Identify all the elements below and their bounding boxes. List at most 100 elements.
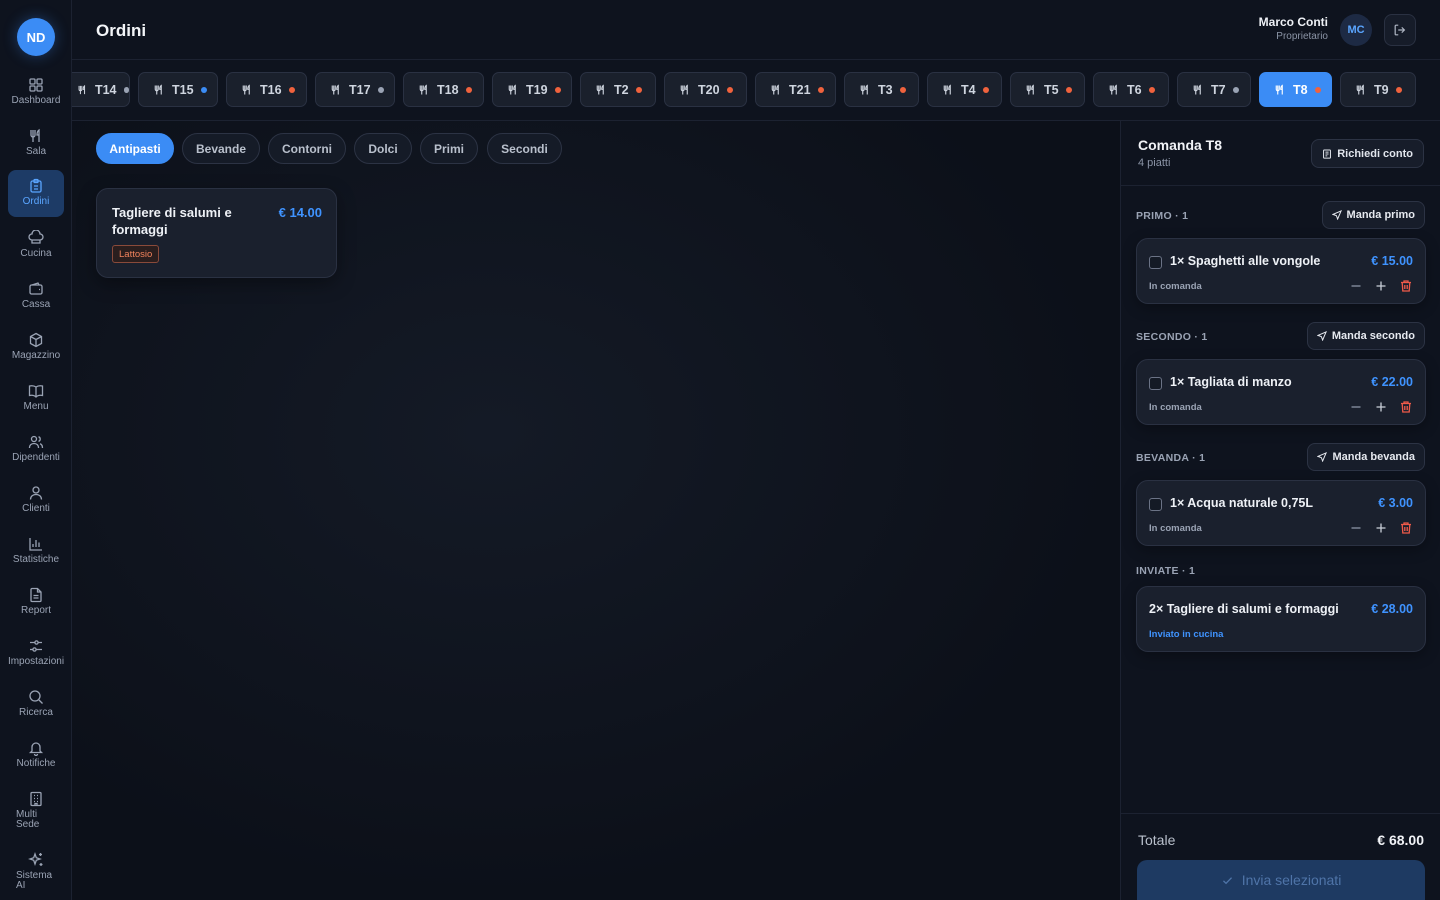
table-chip-t18[interactable]: T18 xyxy=(403,72,484,107)
table-label: T17 xyxy=(349,82,371,97)
table-chip-t2[interactable]: T2 xyxy=(580,72,656,107)
table-chip-t3[interactable]: T3 xyxy=(844,72,919,107)
table-chip-t8[interactable]: T8 xyxy=(1259,72,1332,107)
table-chip-t9[interactable]: T9 xyxy=(1340,72,1416,107)
item-checkbox[interactable] xyxy=(1149,498,1162,511)
table-label: T2 xyxy=(614,82,629,97)
sidebar-item-clienti[interactable]: Clienti xyxy=(8,480,64,526)
plus-icon[interactable] xyxy=(1374,521,1388,535)
utensils-icon xyxy=(419,83,427,94)
utensils-icon xyxy=(1026,83,1034,94)
trash-icon[interactable] xyxy=(1399,400,1413,414)
allergen-badge: Lattosio xyxy=(112,245,160,263)
sparkles-icon xyxy=(28,852,43,866)
building-icon xyxy=(30,791,42,807)
sidebar-item-magazzino[interactable]: Magazzino xyxy=(8,327,64,373)
book-icon xyxy=(28,385,44,398)
send-bevanda-button[interactable]: Manda bevanda xyxy=(1307,443,1425,471)
send-secondo-button[interactable]: Manda secondo xyxy=(1306,322,1425,350)
total-label: Totale xyxy=(1138,832,1176,848)
user-role: Proprietario xyxy=(1276,31,1328,42)
user-icon xyxy=(29,486,43,500)
sidebar-item-menu[interactable]: Menu xyxy=(8,378,64,424)
sidebar-item-report[interactable]: Report xyxy=(8,582,64,628)
sidebar-item-multi-sede[interactable]: Multi Sede xyxy=(8,786,64,832)
minus-icon[interactable] xyxy=(1349,279,1363,293)
utensils-icon xyxy=(860,83,868,94)
sidebar-item-dipendenti[interactable]: Dipendenti xyxy=(8,429,64,475)
check-icon xyxy=(1222,876,1232,884)
table-label: T14 xyxy=(94,82,117,97)
item-checkbox[interactable] xyxy=(1149,377,1162,390)
utensils-icon xyxy=(943,83,951,94)
sidebar-item-notifiche[interactable]: Notifiche xyxy=(8,735,64,781)
table-chip-t20[interactable]: T20 xyxy=(664,72,747,107)
sidebar-item-ordini[interactable]: Ordini xyxy=(8,170,64,217)
item-price: € 28.00 xyxy=(1371,602,1413,616)
table-chip-t16[interactable]: T16 xyxy=(226,72,307,107)
request-bill-button[interactable]: Richiedi conto xyxy=(1311,139,1424,168)
table-chip-t19[interactable]: T19 xyxy=(492,72,572,107)
trash-icon[interactable] xyxy=(1399,279,1413,293)
table-chip-t6[interactable]: T6 xyxy=(1093,72,1169,107)
category-secondi[interactable]: Secondi xyxy=(487,133,562,164)
category-contorni[interactable]: Contorni xyxy=(268,133,346,164)
send-selected-button[interactable]: Invia selezionati xyxy=(1137,860,1425,900)
table-label: T21 xyxy=(789,82,811,97)
app-logo[interactable]: ND xyxy=(17,18,55,56)
table-chip-t17[interactable]: T17 xyxy=(315,72,395,107)
product-card[interactable]: Tagliere di salumi e formaggi € 14.00 La… xyxy=(96,188,337,278)
table-status-dot xyxy=(726,86,733,93)
table-chip-t21[interactable]: T21 xyxy=(755,72,836,107)
sent-item-card: 2× Tagliere di salumi e formaggi € 28.00… xyxy=(1136,586,1426,652)
table-chip-t5[interactable]: T5 xyxy=(1010,72,1085,107)
trash-icon[interactable] xyxy=(1399,521,1413,535)
minus-icon[interactable] xyxy=(1349,521,1363,535)
order-item-card: 1× Tagliata di manzo € 22.00 In comanda xyxy=(1136,359,1426,425)
table-status-dot xyxy=(635,86,642,93)
file-text-icon xyxy=(30,587,42,603)
category-primi[interactable]: Primi xyxy=(420,133,478,164)
sidebar-item-cassa[interactable]: Cassa xyxy=(8,276,64,322)
section-label-bevanda: BEVANDA · 1 xyxy=(1136,452,1206,464)
order-item-card: 1× Acqua naturale 0,75L € 3.00 In comand… xyxy=(1136,480,1426,546)
table-label: T20 xyxy=(698,82,720,97)
table-label: T16 xyxy=(260,82,282,97)
sidebar-item-label: Ordini xyxy=(22,196,50,207)
utensils-icon xyxy=(1193,83,1201,94)
sidebar-item-sistema-ai[interactable]: Sistema AI xyxy=(8,847,64,893)
sidebar-item-statistiche[interactable]: Statistiche xyxy=(8,531,64,577)
utensils-icon xyxy=(771,83,779,94)
sidebar-item-impostazioni[interactable]: Impostazioni xyxy=(8,633,64,679)
table-chip-t15[interactable]: T15 xyxy=(138,72,218,107)
logout-button[interactable] xyxy=(1384,14,1416,46)
avatar[interactable]: MC xyxy=(1340,14,1372,46)
item-checkbox[interactable] xyxy=(1149,256,1162,269)
category-bevande[interactable]: Bevande xyxy=(182,133,260,164)
table-label: T18 xyxy=(437,82,459,97)
table-chip-t4[interactable]: T4 xyxy=(927,72,1002,107)
sidebar-item-label: Dipendenti xyxy=(12,452,60,463)
plus-icon[interactable] xyxy=(1374,279,1388,293)
send-primo-button[interactable]: Manda primo xyxy=(1321,201,1425,229)
table-chip-t14[interactable]: T14 xyxy=(72,72,130,107)
minus-icon[interactable] xyxy=(1349,400,1363,414)
order-item-count: 4 piatti xyxy=(1138,157,1171,169)
sidebar-item-dashboard[interactable]: Dashboard xyxy=(8,72,64,118)
sidebar-item-label: Clienti xyxy=(22,503,50,514)
order-item-card: 1× Spaghetti alle vongole € 15.00 In com… xyxy=(1136,238,1426,304)
sidebar-item-sala[interactable]: Sala xyxy=(8,123,64,169)
section-label-primo: PRIMO · 1 xyxy=(1136,210,1189,222)
utensils-icon xyxy=(1275,83,1283,94)
sidebar-item-ricerca[interactable]: Ricerca xyxy=(8,684,64,730)
users-icon xyxy=(28,435,44,449)
table-chip-t7[interactable]: T7 xyxy=(1177,72,1251,107)
send-label: Manda primo xyxy=(1346,209,1415,221)
page-title: Ordini xyxy=(96,21,147,40)
sidebar: ND Dashboard Sala Ordini Cucina Cassa Ma… xyxy=(0,0,72,900)
plus-icon[interactable] xyxy=(1374,400,1388,414)
utensils-icon xyxy=(1109,83,1117,94)
sidebar-item-cucina[interactable]: Cucina xyxy=(8,225,64,271)
category-dolci[interactable]: Dolci xyxy=(354,133,412,164)
category-antipasti[interactable]: Antipasti xyxy=(96,133,174,164)
